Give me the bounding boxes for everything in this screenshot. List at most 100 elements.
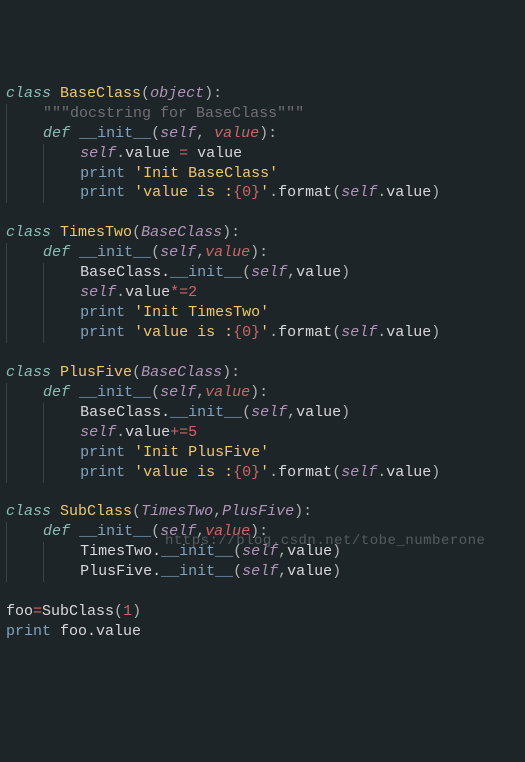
token-punct: ,: [287, 264, 296, 281]
token-plain: [125, 324, 134, 341]
token-punct: ):: [294, 503, 312, 520]
token-base-class: BaseClass: [141, 224, 222, 241]
token-punct: ): [431, 324, 440, 341]
token-plain: value: [386, 324, 431, 341]
token-punct: (: [151, 384, 160, 401]
token-format-spec: {0}: [233, 464, 260, 481]
code-line[interactable]: [6, 203, 519, 223]
token-func-name: __init__: [79, 244, 151, 261]
token-plain: [70, 523, 79, 540]
token-param: value: [205, 523, 250, 540]
code-line[interactable]: self.value*=2: [6, 283, 519, 303]
token-plain: [125, 444, 134, 461]
token-num: 5: [188, 424, 197, 441]
code-line[interactable]: class TimesTwo(BaseClass):: [6, 223, 519, 243]
token-punct: (: [242, 264, 251, 281]
token-class-name: TimesTwo: [60, 224, 132, 241]
code-line[interactable]: class BaseClass(object):: [6, 84, 519, 104]
indent-guide: [43, 263, 71, 283]
token-base-class: TimesTwo: [141, 503, 213, 520]
code-line[interactable]: TimesTwo.__init__(self,value): [6, 542, 519, 562]
code-line[interactable]: print 'Init PlusFive': [6, 443, 519, 463]
indent-guide: [43, 423, 71, 443]
token-punct: .: [377, 464, 386, 481]
indent-guide: [6, 522, 34, 542]
token-func-name: __init__: [79, 384, 151, 401]
code-line[interactable]: BaseClass.__init__(self,value): [6, 263, 519, 283]
token-func-name: __init__: [170, 404, 242, 421]
token-plain: [125, 184, 134, 201]
token-print-kw: print: [80, 444, 125, 461]
code-line[interactable]: self.value = value: [6, 144, 519, 164]
token-punct: ,: [196, 125, 214, 142]
token-kw-storage: class: [6, 503, 51, 520]
token-plain: value: [125, 145, 179, 162]
token-punct: (: [151, 244, 160, 261]
indent-guide: [6, 183, 34, 203]
token-print-kw: print: [80, 165, 125, 182]
token-string: ': [260, 184, 269, 201]
code-line[interactable]: [6, 582, 519, 602]
token-self-ref: self: [251, 264, 287, 281]
indent-guide: [6, 283, 34, 303]
indent-guide: [43, 303, 71, 323]
code-line[interactable]: def __init__(self, value):: [6, 124, 519, 144]
code-line[interactable]: print foo.value: [6, 622, 519, 642]
code-line[interactable]: foo=SubClass(1): [6, 602, 519, 622]
code-line[interactable]: print 'value is :{0}'.format(self.value): [6, 183, 519, 203]
token-func-name: __init__: [79, 523, 151, 540]
token-punct: .: [116, 145, 125, 162]
indent-guide: [6, 423, 34, 443]
token-punct: (: [233, 543, 242, 560]
token-plain: value: [188, 145, 242, 162]
code-line[interactable]: print 'value is :{0}'.format(self.value): [6, 323, 519, 343]
token-punct: (: [151, 125, 160, 142]
indent-guide: [6, 542, 34, 562]
token-punct: ,: [196, 244, 205, 261]
token-self-ref: self: [341, 184, 377, 201]
token-punct: (: [151, 523, 160, 540]
token-print-kw: print: [80, 304, 125, 321]
token-punct: .: [377, 324, 386, 341]
token-punct: (: [141, 85, 150, 102]
token-self-ref: self: [80, 424, 116, 441]
token-punct: ,: [278, 543, 287, 560]
token-plain: PlusFive.: [80, 563, 161, 580]
indent-guide: [6, 164, 34, 184]
token-comment: """docstring for BaseClass""": [43, 105, 304, 122]
token-string: 'Init PlusFive': [134, 444, 269, 461]
code-line[interactable]: def __init__(self,value):: [6, 243, 519, 263]
token-punct: ):: [250, 523, 268, 540]
indent-guide: [43, 283, 71, 303]
token-param: value: [205, 244, 250, 261]
code-line[interactable]: [6, 483, 519, 503]
code-line[interactable]: [6, 343, 519, 363]
code-line[interactable]: BaseClass.__init__(self,value): [6, 403, 519, 423]
indent-guide: [6, 124, 34, 144]
token-punct: .: [116, 284, 125, 301]
token-punct: (: [233, 563, 242, 580]
code-line[interactable]: print 'Init BaseClass': [6, 164, 519, 184]
code-line[interactable]: self.value+=5: [6, 423, 519, 443]
code-line[interactable]: PlusFive.__init__(self,value): [6, 562, 519, 582]
code-line[interactable]: def __init__(self,value):: [6, 522, 519, 542]
token-punct: (: [332, 464, 341, 481]
token-punct: ): [431, 184, 440, 201]
code-line[interactable]: class PlusFive(BaseClass):: [6, 363, 519, 383]
code-line[interactable]: print 'Init TimesTwo': [6, 303, 519, 323]
token-punct: (: [132, 224, 141, 241]
code-line[interactable]: """docstring for BaseClass""": [6, 104, 519, 124]
token-string: 'value is :: [134, 184, 233, 201]
token-plain: value: [296, 264, 341, 281]
indent-guide: [43, 542, 71, 562]
code-line[interactable]: def __init__(self,value):: [6, 383, 519, 403]
code-editor[interactable]: class BaseClass(object): """docstring fo…: [6, 84, 519, 642]
token-num: 2: [188, 284, 197, 301]
indent-guide: [43, 323, 71, 343]
token-plain: format: [278, 324, 332, 341]
code-line[interactable]: class SubClass(TimesTwo,PlusFive):: [6, 502, 519, 522]
code-line[interactable]: print 'value is :{0}'.format(self.value): [6, 463, 519, 483]
token-kw-storage: class: [6, 224, 51, 241]
token-plain: TimesTwo.: [80, 543, 161, 560]
indent-guide: [43, 183, 71, 203]
